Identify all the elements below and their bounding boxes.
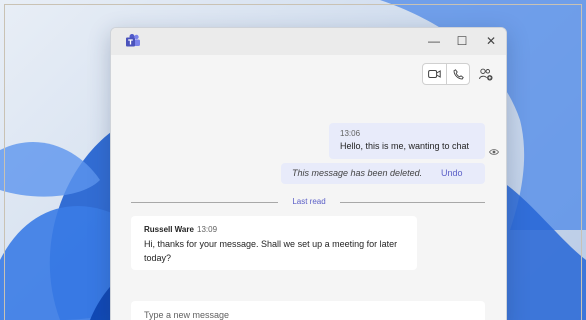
call-button-group xyxy=(422,63,470,85)
maximize-button[interactable]: ☐ xyxy=(450,32,474,50)
message-input[interactable] xyxy=(144,310,464,320)
chat-toolbar xyxy=(422,63,496,85)
undo-delete-link[interactable]: Undo xyxy=(441,168,463,178)
message-timestamp: 13:09 xyxy=(197,225,218,234)
phone-icon xyxy=(453,68,464,79)
audio-call-button[interactable] xyxy=(446,64,469,84)
video-camera-icon xyxy=(428,70,441,78)
last-read-marker: Last read xyxy=(292,197,326,206)
message-text: Hello, this is me, wanting to chat xyxy=(340,141,470,151)
video-call-button[interactable] xyxy=(423,64,446,84)
compose-box[interactable] xyxy=(131,301,485,320)
title-bar: — ☐ ✕ xyxy=(111,28,506,55)
incoming-message[interactable]: Russell Ware 13:09 Hi, thanks for your m… xyxy=(131,216,417,270)
close-button[interactable]: ✕ xyxy=(479,32,503,50)
teams-logo-icon xyxy=(126,34,140,47)
divider-line-left xyxy=(131,202,278,203)
teams-chat-window: — ☐ ✕ 13:06 Hello, this is me, wanting t… xyxy=(110,27,507,320)
minimize-button[interactable]: — xyxy=(422,32,446,50)
outgoing-message[interactable]: 13:06 Hello, this is me, wanting to chat xyxy=(329,123,485,159)
add-people-icon xyxy=(479,68,493,80)
add-people-button[interactable] xyxy=(476,63,496,85)
deleted-message-notice: This message has been deleted. Undo xyxy=(281,163,485,184)
seen-eye-icon xyxy=(489,149,499,155)
message-text: Hi, thanks for your message. Shall we se… xyxy=(144,239,398,263)
deleted-message-text: This message has been deleted. xyxy=(292,168,423,178)
sender-name: Russell Ware xyxy=(144,225,194,234)
message-timestamp: 13:06 xyxy=(340,129,361,138)
divider-line-right xyxy=(340,202,485,203)
